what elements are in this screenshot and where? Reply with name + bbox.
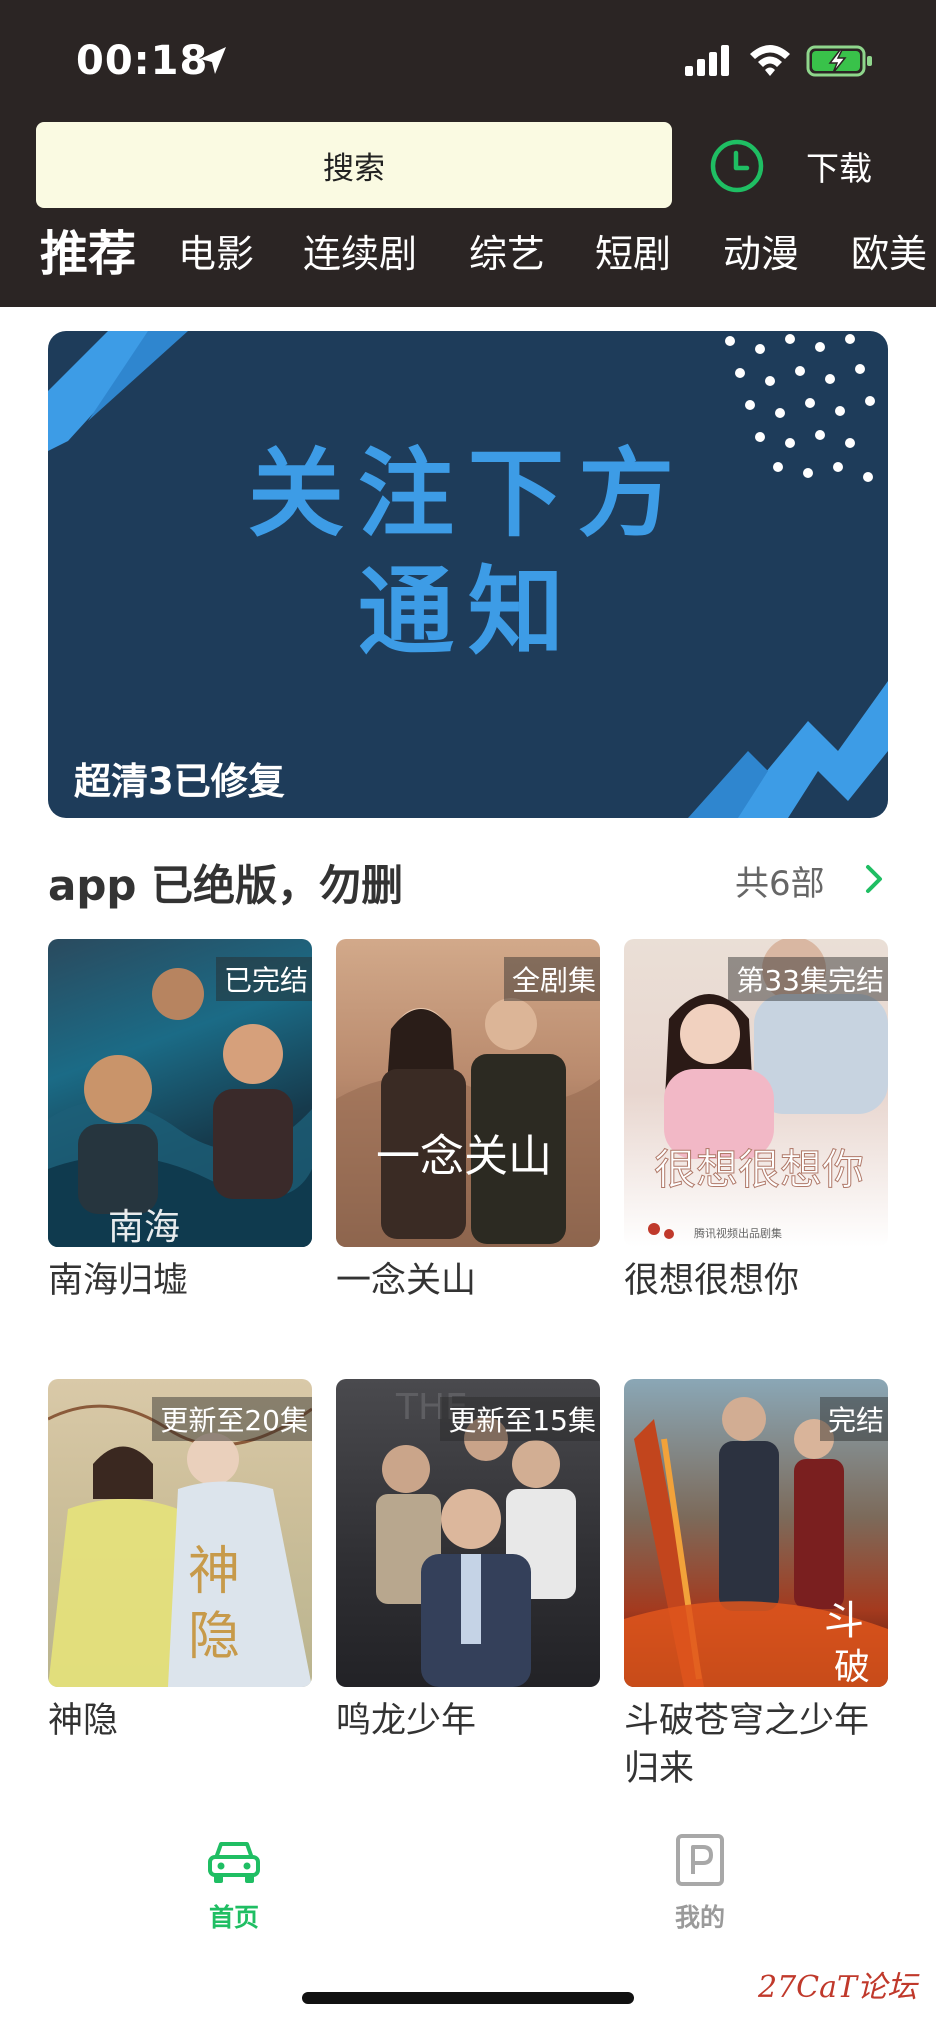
poster-image: THE 更新至15集	[336, 1379, 600, 1687]
video-card[interactable]: 神 隐 更新至20集 神隐	[48, 1379, 312, 1745]
video-card[interactable]: THE 更新至15集 鸣龙少年	[336, 1379, 600, 1745]
video-card[interactable]: 很想很想你 腾讯视频出品剧集 第33集完结 很想很想你	[624, 939, 888, 1305]
top-header: 00:18 搜索 下载 推荐 电影 连续剧 综艺 短剧 动漫 欧美	[0, 0, 936, 307]
video-card[interactable]: 一念关山 全剧集 一念关山	[336, 939, 600, 1305]
tab-recommend[interactable]: 推荐	[40, 222, 136, 286]
video-title: 鸣龙少年	[336, 1701, 477, 1741]
svg-text:一念关山: 一念关山	[376, 1131, 552, 1182]
svg-text:神: 神	[188, 1542, 240, 1602]
tab-anime[interactable]: 动漫	[723, 222, 799, 286]
tab-short-drama[interactable]: 短剧	[595, 222, 671, 286]
banner-caption: 超清3已修复	[74, 760, 285, 803]
video-title: 南海归墟	[48, 1261, 189, 1301]
search-input[interactable]: 搜索	[36, 122, 672, 208]
poster-image: 很想很想你 腾讯视频出品剧集 第33集完结	[624, 939, 888, 1247]
svg-text:隐: 隐	[188, 1607, 240, 1667]
status-time: 00:18	[76, 38, 209, 84]
promo-banner[interactable]: 关注下方 通知 超清3已修复	[48, 331, 888, 818]
poster-image: 神 隐 更新至20集	[48, 1379, 312, 1687]
status-badge: 完结	[819, 1397, 888, 1441]
video-title: 很想很想你	[624, 1261, 800, 1301]
section-title: app 已绝版，勿删	[48, 861, 404, 910]
battery-charging-icon	[806, 45, 872, 77]
tab-western[interactable]: 欧美	[851, 222, 927, 286]
banner-headline: 关注下方 通知	[48, 435, 888, 671]
category-tabs: 推荐 电影 连续剧 综艺 短剧 动漫 欧美	[0, 222, 936, 286]
wifi-icon	[750, 45, 790, 76]
status-badge: 已完结	[215, 957, 312, 1001]
svg-text:斗: 斗	[824, 1598, 864, 1644]
svg-text:破: 破	[834, 1647, 870, 1687]
video-card[interactable]: 南海 已完结 南海归墟	[48, 939, 312, 1305]
poster-image: 斗 破 完结	[624, 1379, 888, 1687]
banner-line-2: 通知	[358, 556, 578, 668]
status-badge: 全剧集	[503, 957, 600, 1001]
nav-home[interactable]: 首页	[196, 1830, 272, 1934]
video-title: 一念关山	[336, 1261, 477, 1301]
tab-series[interactable]: 连续剧	[303, 222, 417, 286]
car-home-icon	[208, 1842, 260, 1883]
tab-movie[interactable]: 电影	[178, 222, 254, 286]
video-title: 神隐	[48, 1701, 119, 1741]
clock-icon[interactable]	[709, 138, 765, 194]
chevron-right-icon[interactable]	[864, 864, 884, 894]
location-icon	[200, 47, 226, 74]
svg-text:很想很想你: 很想很想你	[654, 1145, 864, 1194]
watermark: 27CaT论坛	[758, 1970, 918, 2005]
poster-image: 南海 已完结	[48, 939, 312, 1247]
signal-icon	[685, 45, 729, 76]
download-button[interactable]: 下载	[806, 142, 872, 190]
video-card[interactable]: 斗 破 完结 斗破苍穹之少年归来	[624, 1379, 888, 1793]
section-count-link[interactable]: 共6部	[735, 856, 825, 905]
svg-text:南海: 南海	[108, 1207, 180, 1247]
status-badge: 更新至20集	[152, 1397, 312, 1441]
status-badge: 更新至15集	[440, 1397, 600, 1441]
status-badge: 第33集完结	[728, 957, 888, 1001]
banner-line-1: 关注下方	[248, 438, 688, 550]
parking-profile-icon	[676, 1834, 724, 1886]
nav-mine-label: 我的	[674, 1903, 725, 1932]
nav-mine[interactable]: 我的	[662, 1830, 738, 1934]
bottom-nav: 首页 我的	[0, 1830, 936, 1940]
poster-image: 一念关山 全剧集	[336, 939, 600, 1247]
home-indicator[interactable]	[302, 1992, 634, 2004]
svg-text:腾讯视频出品剧集: 腾讯视频出品剧集	[694, 1226, 782, 1240]
tab-variety[interactable]: 综艺	[469, 222, 545, 286]
nav-home-label: 首页	[208, 1903, 259, 1932]
search-placeholder: 搜索	[323, 150, 385, 187]
video-title: 斗破苍穹之少年归来	[624, 1701, 870, 1789]
